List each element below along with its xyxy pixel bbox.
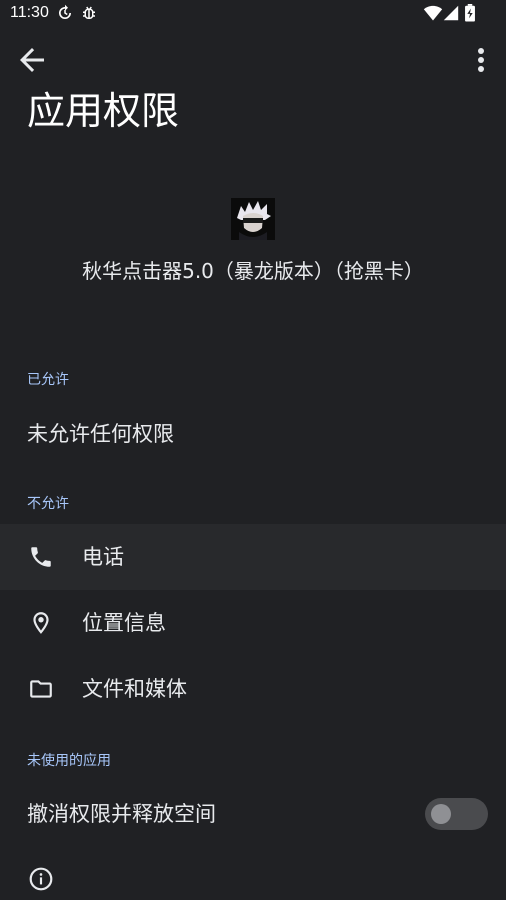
revoke-permissions-toggle[interactable] (425, 798, 488, 830)
app-bar (0, 28, 506, 88)
wifi-icon (423, 4, 443, 26)
revoke-permissions-label: 撤消权限并释放空间 (27, 802, 216, 826)
signal-icon (443, 4, 459, 26)
back-button[interactable] (14, 42, 50, 78)
permission-item-files-media[interactable]: 文件和媒体 (0, 656, 506, 722)
permission-label: 文件和媒体 (82, 677, 187, 701)
no-permissions-text: 未允许任何权限 (27, 422, 174, 446)
permission-item-phone[interactable]: 电话 (0, 524, 506, 590)
bug-icon (80, 4, 98, 26)
permission-label: 位置信息 (82, 611, 166, 635)
status-time: 11:30 (10, 4, 49, 21)
toggle-thumb (431, 804, 451, 824)
sync-icon (56, 4, 74, 26)
revoke-permissions-row[interactable]: 撤消权限并释放空间 (0, 784, 506, 844)
app-avatar (231, 198, 275, 240)
phone-icon (28, 544, 54, 570)
app-name: 秋华点击器5.0（暴龙版本）（抢黑卡） (82, 259, 424, 283)
location-icon (28, 610, 54, 636)
permission-item-location[interactable]: 位置信息 (0, 590, 506, 656)
arrow-back-icon (14, 48, 50, 82)
permission-label: 电话 (82, 545, 124, 569)
status-bar: 11:30 (0, 0, 506, 28)
unused-apps-section-header: 未使用的应用 (27, 753, 111, 769)
not-allowed-section-header: 不允许 (27, 496, 69, 512)
info-icon[interactable] (28, 866, 54, 892)
battery-charging-icon (464, 4, 476, 26)
folder-icon (28, 676, 54, 702)
allowed-section-header: 已允许 (27, 372, 69, 388)
more-options-button[interactable] (466, 42, 496, 78)
page-title: 应用权限 (27, 89, 180, 133)
more-vert-icon (466, 48, 496, 82)
